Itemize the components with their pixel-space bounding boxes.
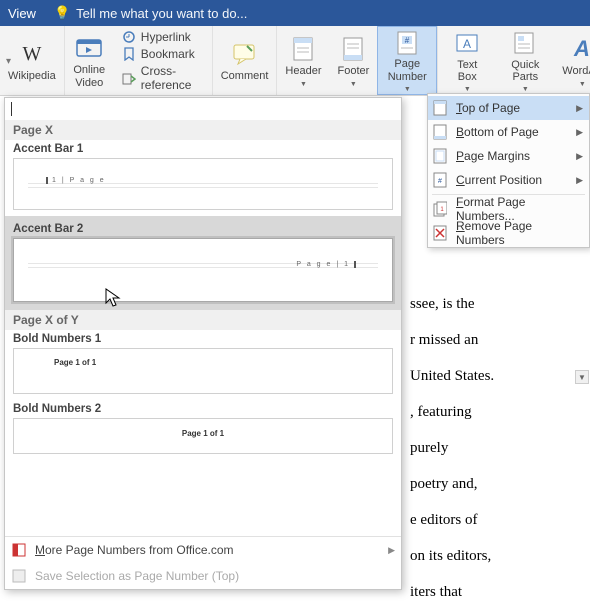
wikipedia-icon: W xyxy=(18,40,46,68)
gallery-search[interactable] xyxy=(5,98,401,120)
header-icon xyxy=(289,35,317,63)
submenu-arrow-icon: ▶ xyxy=(388,545,395,556)
menu-format-page-numbers[interactable]: 1 Format Page Numbers... xyxy=(428,197,589,221)
doc-line: poetry and, xyxy=(410,466,590,502)
ribbon-overflow-left[interactable]: ▾ xyxy=(6,56,11,67)
menu-current-position[interactable]: # Current Position ▶ xyxy=(428,168,589,192)
lightbulb-icon: 💡 xyxy=(54,5,70,21)
bookmark-button[interactable]: Bookmark xyxy=(120,46,206,62)
gallery-item-label: Accent Bar 1 xyxy=(5,140,401,156)
gallery-category: Page X of Y xyxy=(5,310,401,330)
footer-button[interactable]: Footer▼ xyxy=(329,26,377,95)
hyperlink-icon xyxy=(122,30,136,44)
text-box-icon: A xyxy=(453,30,481,57)
video-icon xyxy=(75,34,103,62)
gallery-item-bold-numbers-2[interactable]: Page 1 of 1 xyxy=(13,418,393,454)
bookmark-icon xyxy=(122,47,136,61)
gallery-more-office[interactable]: More Page Numbers from Office.com ▶ xyxy=(5,537,401,563)
page-number-icon: # xyxy=(393,30,421,56)
doc-line: iters that xyxy=(410,574,590,610)
menu-remove-page-numbers[interactable]: Remove Page Numbers xyxy=(428,221,589,245)
gallery-scroll-down[interactable]: ▼ xyxy=(575,370,589,384)
gallery-item-label: Bold Numbers 2 xyxy=(5,400,401,416)
gallery-item-accent-bar-1[interactable]: 1 | P a g e xyxy=(13,158,393,210)
office-icon xyxy=(11,542,27,558)
doc-line: purely xyxy=(410,430,590,466)
save-selection-icon xyxy=(11,568,27,584)
menu-bottom-of-page[interactable]: Bottom of Page ▶ xyxy=(428,120,589,144)
page-number-menu: Top of Page ▶ Bottom of Page ▶ Page Marg… xyxy=(427,93,590,248)
view-tab[interactable]: View xyxy=(8,6,36,21)
quick-parts-icon xyxy=(511,30,539,57)
doc-line: ssee, is the xyxy=(410,286,590,322)
page-number-button[interactable]: # Page Number▼ xyxy=(377,26,437,95)
gallery-item-accent-bar-2[interactable]: Accent Bar 2 P a g e | 1 xyxy=(5,216,401,310)
svg-text:#: # xyxy=(438,178,442,185)
menu-page-margins[interactable]: Page Margins ▶ xyxy=(428,144,589,168)
svg-text:A: A xyxy=(463,37,471,51)
page-number-gallery: Page X Accent Bar 1 1 | P a g e Accent B… xyxy=(4,97,402,590)
top-page-icon xyxy=(432,100,448,116)
comment-button[interactable]: Comment xyxy=(213,26,277,95)
ribbon: ▾ W Wikipedia Online Video Hyperlink Boo… xyxy=(0,26,590,96)
doc-line: e editors of xyxy=(410,502,590,538)
submenu-arrow-icon: ▶ xyxy=(576,151,583,162)
bottom-page-icon xyxy=(432,124,448,140)
menu-top-of-page[interactable]: Top of Page ▶ xyxy=(428,96,589,120)
doc-line: r missed an xyxy=(410,322,590,358)
header-button[interactable]: Header▼ xyxy=(277,26,329,95)
svg-text:#: # xyxy=(405,36,410,45)
wordart-icon: A xyxy=(568,35,590,63)
gallery-save-selection: Save Selection as Page Number (Top) xyxy=(5,563,401,589)
current-pos-icon: # xyxy=(432,172,448,188)
margins-icon xyxy=(432,148,448,164)
gallery-item-bold-numbers-1[interactable]: Page 1 of 1 xyxy=(13,348,393,394)
svg-text:A: A xyxy=(573,37,590,61)
remove-icon xyxy=(432,225,448,241)
gallery-item-label: Bold Numbers 1 xyxy=(5,330,401,346)
wordart-button[interactable]: A WordArt▼ xyxy=(554,26,590,95)
footer-icon xyxy=(339,35,367,63)
quick-parts-button[interactable]: Quick Parts▼ xyxy=(496,26,554,95)
doc-line: , featuring xyxy=(410,394,590,430)
doc-line: United States. xyxy=(410,358,590,394)
gallery-category: Page X xyxy=(5,120,401,140)
hyperlink-button[interactable]: Hyperlink xyxy=(120,29,206,45)
submenu-arrow-icon: ▶ xyxy=(576,103,583,114)
cross-reference-button[interactable]: Cross-reference xyxy=(120,63,206,93)
tell-me[interactable]: 💡 Tell me what you want to do... xyxy=(54,5,247,21)
gallery-item-label: Accent Bar 2 xyxy=(5,220,401,236)
svg-text:W: W xyxy=(22,43,41,65)
doc-line: on its editors, xyxy=(410,538,590,574)
submenu-arrow-icon: ▶ xyxy=(576,127,583,138)
tell-me-text: Tell me what you want to do... xyxy=(76,6,247,21)
online-video-button[interactable]: Online Video xyxy=(65,26,114,95)
comment-icon xyxy=(231,40,259,68)
text-box-button[interactable]: A Text Box▼ xyxy=(438,26,496,95)
title-bar: View 💡 Tell me what you want to do... xyxy=(0,0,590,26)
crossref-icon xyxy=(122,71,136,85)
submenu-arrow-icon: ▶ xyxy=(576,175,583,186)
format-icon: 1 xyxy=(432,201,448,217)
